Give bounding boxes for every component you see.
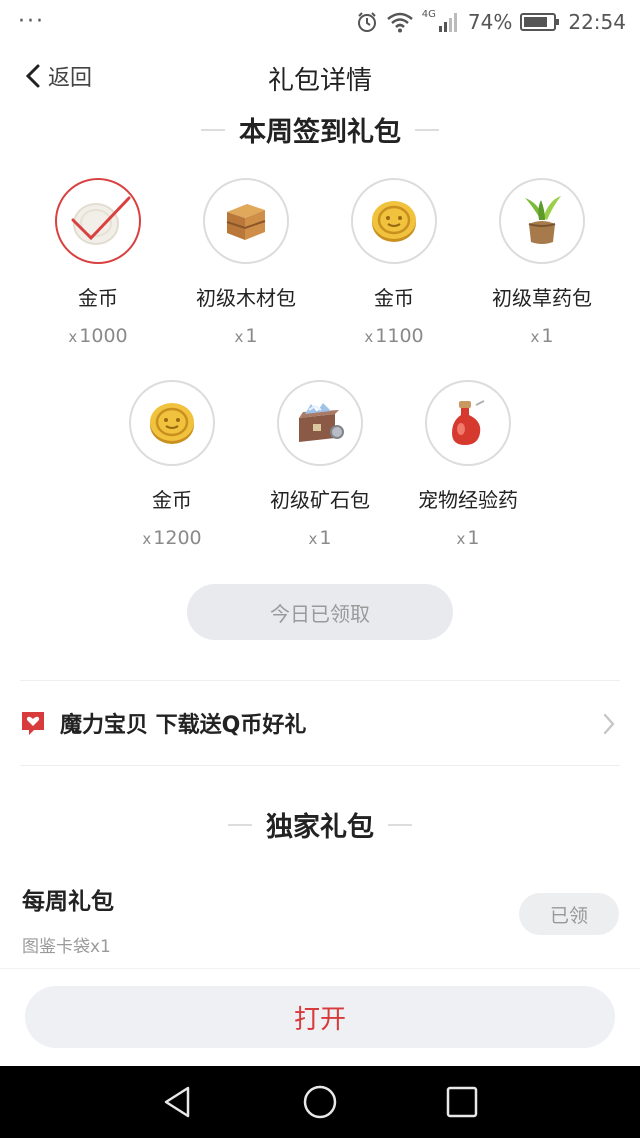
reward-icon-frame (425, 380, 511, 466)
weekly-gift-claimed-button[interactable]: 已领 (519, 893, 619, 935)
heart-chat-icon (22, 712, 44, 735)
reward-item-wood-pack[interactable]: 初级木材包 x1 (172, 178, 320, 347)
herb-bag-icon (525, 196, 561, 244)
weekly-signin-heading: 本周签到礼包 (0, 110, 640, 149)
reward-icon-frame (277, 380, 363, 466)
reward-item-coin-1200[interactable]: 金币 x 1200 (98, 380, 246, 549)
reward-qty: x1 (234, 325, 258, 347)
heading-line-right (388, 823, 412, 826)
reward-qty: x1 (308, 527, 332, 549)
reward-icon-frame (499, 178, 585, 264)
notification-dots: ··· (18, 9, 45, 34)
reward-icon-frame (55, 178, 141, 264)
reward-item-coin-1100[interactable]: 金币 x 1100 (320, 178, 468, 347)
network-type-label: 4G (421, 8, 436, 20)
heading-line-left (228, 823, 252, 826)
gold-coin-icon (150, 403, 194, 444)
battery-icon (520, 13, 560, 31)
heading-line-right (415, 128, 439, 131)
alarm-icon (357, 12, 376, 32)
nav-home-icon[interactable] (302, 1084, 338, 1120)
wood-crate-icon (226, 204, 266, 240)
potion-icon (452, 400, 485, 445)
chevron-right-icon (603, 713, 615, 735)
reward-qty: x 1000 (68, 325, 128, 347)
reward-name: 初级木材包 (196, 286, 296, 310)
reward-qty: x 1100 (364, 325, 424, 347)
nav-back-icon[interactable] (160, 1084, 196, 1120)
reward-item-coin-1000[interactable]: 金币 x 1000 (24, 178, 172, 347)
ore-chest-icon (299, 403, 344, 442)
reward-qty: x 1200 (142, 527, 202, 549)
reward-name: 初级草药包 (492, 286, 592, 310)
open-button[interactable]: 打开 (25, 986, 615, 1048)
claimed-today-button[interactable]: 今日已领取 (187, 584, 453, 640)
reward-qty: x1 (530, 325, 554, 347)
status-indicators: 4G 74% 22:54 (356, 8, 626, 34)
exclusive-heading: 独家礼包 (0, 805, 640, 844)
reward-qty: x1 (456, 527, 480, 549)
gold-coin-icon (372, 201, 416, 242)
reward-name: 初级矿石包 (270, 488, 370, 512)
reward-name: 金币 (152, 488, 192, 512)
reward-item-ore-pack[interactable]: 初级矿石包 x1 (246, 380, 394, 549)
status-bar: ··· 4G 74% 22:54 (0, 0, 640, 44)
exclusive-heading-text: 独家礼包 (266, 812, 374, 843)
nav-recents-icon[interactable] (444, 1084, 480, 1120)
signal-icon (438, 13, 457, 32)
weekly-gift-title: 每周礼包 (22, 889, 114, 915)
divider (20, 765, 620, 766)
battery-percent: 74% (467, 10, 513, 34)
nav-bar: 返回 礼包详情 (0, 50, 640, 104)
system-nav-bar (0, 1066, 640, 1138)
wifi-icon (386, 12, 413, 33)
promo-banner[interactable]: 魔力宝贝 下载送Q币好礼 (20, 690, 620, 756)
reward-name: 金币 (78, 286, 118, 310)
heading-line-left (201, 128, 225, 131)
weekly-signin-heading-text: 本周签到礼包 (239, 117, 401, 148)
reward-name: 宠物经验药 (418, 488, 518, 512)
reward-item-pet-exp-potion[interactable]: 宠物经验药 x1 (394, 380, 542, 549)
reward-icon-frame (203, 178, 289, 264)
reward-name: 金币 (374, 286, 414, 310)
divider (20, 680, 620, 681)
page-title: 礼包详情 (267, 66, 372, 96)
reward-icon-frame (351, 178, 437, 264)
clock-time: 22:54 (568, 10, 626, 34)
promo-text: 魔力宝贝 下载送Q币好礼 (60, 713, 307, 738)
reward-icon-frame (129, 380, 215, 466)
weekly-gift-desc: 图鉴卡袋x1 (22, 937, 111, 957)
reward-item-herb-pack[interactable]: 初级草药包 x1 (468, 178, 616, 347)
coin-claimed-icon (71, 196, 131, 245)
